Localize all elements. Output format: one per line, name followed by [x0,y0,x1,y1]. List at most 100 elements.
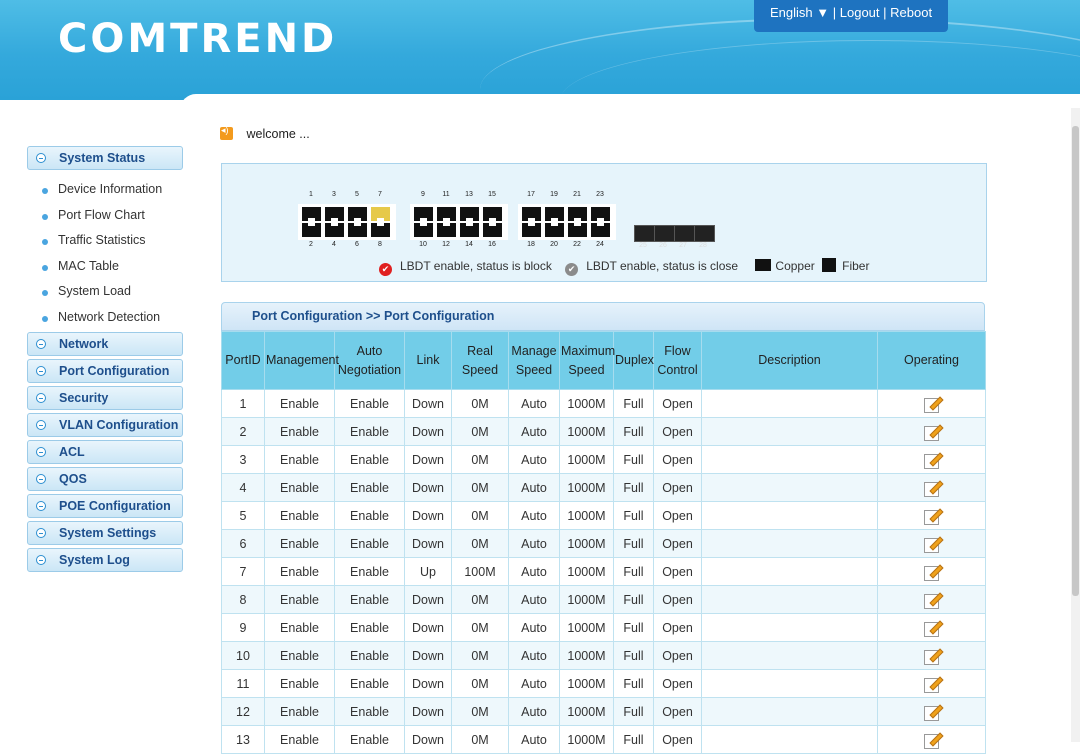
sidebar-menu[interactable]: Security [27,386,183,410]
cell-duplex: Full [613,473,654,502]
sidebar-item[interactable]: Traffic Statistics [27,228,183,254]
fiber-port[interactable] [694,225,715,242]
pencil-edit-icon[interactable] [923,563,944,581]
menu-system-status[interactable]: System Status [27,146,183,170]
language-select[interactable]: English ▼ [770,5,829,20]
ethernet-port[interactable] [545,207,564,222]
cell-link: Down [404,529,452,558]
pencil-edit-icon[interactable] [923,451,944,469]
pencil-edit-icon[interactable] [923,479,944,497]
ethernet-port[interactable] [325,222,344,237]
cell-duplex: Full [613,697,654,726]
cell-auto: Enable [334,697,405,726]
cell-flow: Open [653,585,702,614]
pencil-edit-icon[interactable] [923,591,944,609]
table-body: 1 Enable Enable Down 0M Auto 1000M Full Open 2 Ena… [221,389,986,754]
sidebar-menu[interactable]: QOS [27,467,183,491]
pencil-edit-icon[interactable] [923,703,944,721]
logout-link[interactable]: Logout [840,5,880,20]
vertical-scrollbar[interactable] [1071,108,1080,742]
separator: | [883,5,887,20]
sidebar-item[interactable]: Port Flow Chart [27,203,183,229]
cell-operating [877,725,986,754]
ethernet-port[interactable] [371,207,390,222]
pencil-edit-icon[interactable] [923,507,944,525]
sidebar-menu[interactable]: ACL [27,440,183,464]
fiber-port[interactable] [654,225,675,242]
ethernet-port[interactable] [348,207,367,222]
ethernet-port[interactable] [568,222,587,237]
cell-operating [877,613,986,642]
pencil-edit-icon[interactable] [923,731,944,749]
scrollbar-thumb[interactable] [1072,126,1079,596]
ethernet-port[interactable] [302,207,321,222]
ethernet-port[interactable] [483,207,502,222]
ethernet-port[interactable] [522,207,541,222]
cell-id: 4 [221,473,265,502]
ethernet-port[interactable] [460,222,479,237]
ethernet-port[interactable] [460,207,479,222]
cell-desc [701,725,878,754]
cell-desc [701,585,878,614]
pencil-edit-icon[interactable] [923,395,944,413]
ethernet-port[interactable] [522,222,541,237]
port-number: 19 [550,191,558,198]
sidebar-item[interactable]: System Load [27,279,183,305]
table-row: 5 Enable Enable Down 0M Auto 1000M Full Open [221,501,986,530]
cell-max: 1000M [559,417,614,446]
ethernet-port[interactable] [568,207,587,222]
table-row: 4 Enable Enable Down 0M Auto 1000M Full Open [221,473,986,502]
sidebar-item[interactable]: Device Information [27,177,183,203]
cell-real: 100M [451,557,509,586]
ethernet-port[interactable] [483,222,502,237]
ethernet-port[interactable] [414,207,433,222]
table-row: 11 Enable Enable Down 0M Auto 1000M Full Open [221,669,986,698]
cell-duplex: Full [613,417,654,446]
separator: | [832,5,837,20]
ethernet-port[interactable] [371,222,390,237]
cell-duplex: Full [613,389,654,418]
ethernet-port[interactable] [437,207,456,222]
sidebar-menu[interactable]: System Log [27,548,183,572]
ethernet-port[interactable] [325,207,344,222]
cell-id: 3 [221,445,265,474]
port-number: 18 [527,241,535,248]
ethernet-port[interactable] [437,222,456,237]
cell-link: Down [404,417,452,446]
pencil-edit-icon[interactable] [923,619,944,637]
ethernet-port[interactable] [302,222,321,237]
pencil-edit-icon[interactable] [923,647,944,665]
fiber-port[interactable] [634,225,655,242]
sidebar-menu[interactable]: VLAN Configuration [27,413,183,437]
sidebar-item[interactable]: Network Detection [27,305,183,331]
cell-auto: Enable [334,501,405,530]
bullet-icon [42,264,48,271]
ethernet-port[interactable] [591,207,610,222]
cell-flow: Open [653,389,702,418]
cell-max: 1000M [559,641,614,670]
sidebar-menu[interactable]: POE Configuration [27,494,183,518]
cell-mgmt: Enable [264,669,335,698]
fiber-port-icon [822,258,837,272]
ethernet-port[interactable] [545,222,564,237]
ethernet-port[interactable] [348,222,367,237]
pencil-edit-icon[interactable] [923,675,944,693]
sidebar-item[interactable]: MAC Table [27,254,183,280]
cell-real: 0M [451,501,509,530]
sidebar-menu[interactable]: System Settings [27,521,183,545]
pencil-edit-icon[interactable] [923,423,944,441]
cell-manage: Auto [508,641,560,670]
fiber-port[interactable] [674,225,695,242]
bullet-icon [42,213,48,220]
cell-real: 0M [451,417,509,446]
col-flow-control: Flow Control [653,331,702,390]
pencil-edit-icon[interactable] [923,535,944,553]
reboot-link[interactable]: Reboot [890,5,932,20]
ethernet-port[interactable] [591,222,610,237]
sidebar-menu[interactable]: Port Configuration [27,359,183,383]
cell-link: Down [404,389,452,418]
ethernet-port[interactable] [414,222,433,237]
cell-real: 0M [451,529,509,558]
port-number: 1 [309,191,313,198]
sidebar-menu[interactable]: Network [27,332,183,356]
